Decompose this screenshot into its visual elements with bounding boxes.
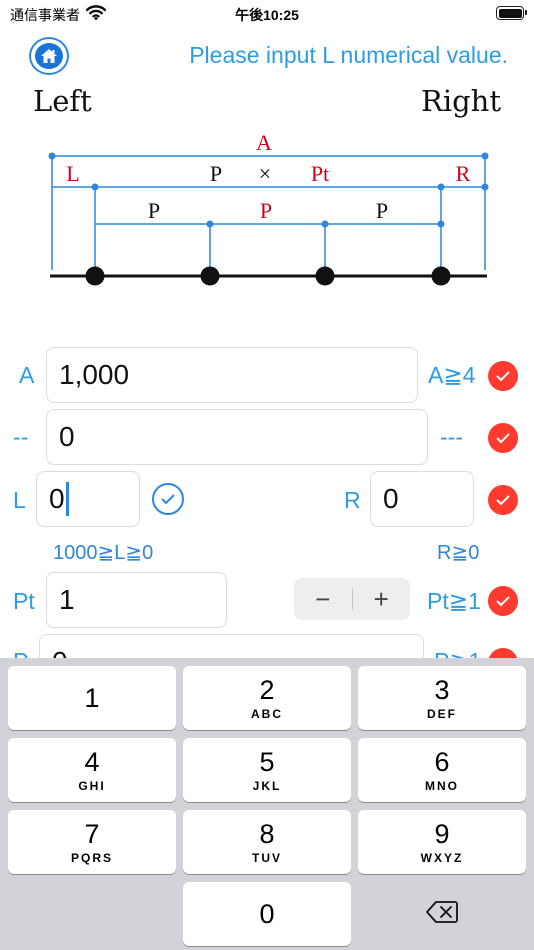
backspace-icon: [426, 900, 458, 929]
point-2: [200, 266, 220, 286]
key-5[interactable]: 5 JKL: [183, 738, 351, 802]
point-3: [315, 266, 335, 286]
diagram-segment-p3: P: [376, 198, 388, 223]
condition-dash: ---: [440, 424, 463, 450]
diagram-segment-p2: P: [260, 198, 272, 223]
key-8-letters: TUV: [252, 851, 282, 865]
key-8[interactable]: 8 TUV: [183, 810, 351, 874]
hint-l: 1000≧L≧0: [53, 542, 154, 564]
delete-key[interactable]: [358, 882, 526, 946]
key-0[interactable]: 0: [183, 882, 351, 946]
key-6-number: 6: [434, 747, 450, 777]
key-4[interactable]: 4 GHI: [8, 738, 176, 802]
condition-a: A≧4: [428, 362, 476, 388]
check-icon-dash: [488, 423, 518, 453]
status-bar: 通信事業者 午後10:25: [0, 0, 534, 30]
key-2-letters: ABC: [251, 707, 283, 721]
diagram-label-a: A: [256, 130, 272, 155]
key-4-letters: GHI: [78, 779, 106, 793]
key-3-number: 3: [434, 675, 450, 705]
label-pt: Pt: [13, 588, 35, 614]
diagram-formula-pt: Pt: [311, 161, 329, 186]
diagram-formula-times: ×: [259, 161, 271, 186]
status-time: 午後10:25: [235, 7, 299, 23]
diagram-label-l: L: [66, 161, 79, 186]
key-9-number: 9: [434, 819, 450, 849]
a-input[interactable]: 1,000: [46, 347, 418, 403]
key-1-number: 1: [84, 683, 100, 713]
home-button[interactable]: [29, 37, 69, 75]
key-8-number: 8: [259, 819, 275, 849]
pt-stepper: − +: [294, 578, 410, 620]
key-9[interactable]: 9 WXYZ: [358, 810, 526, 874]
point-1: [85, 266, 105, 286]
segment-diagram: A L R P × Pt P P P: [48, 130, 489, 286]
key-5-number: 5: [259, 747, 275, 777]
label-r: R: [344, 487, 361, 513]
check-icon-l: [152, 483, 184, 515]
text-cursor: [65, 482, 69, 516]
home-icon: [35, 43, 63, 69]
key-6-letters: MNO: [425, 779, 459, 793]
check-icon-a: [488, 361, 518, 391]
key-7[interactable]: 7 PQRS: [8, 810, 176, 874]
key-1[interactable]: 1: [8, 666, 176, 730]
point-4: [431, 266, 451, 286]
battery-icon: [496, 6, 527, 20]
l-input[interactable]: 0: [36, 471, 140, 527]
numeric-keyboard: 1 2 ABC 3 DEF 4 GHI 5 JKL 6 MNO 7 PQRS 8…: [0, 658, 534, 950]
stepper-minus-button[interactable]: −: [294, 578, 352, 620]
diagram-label-r: R: [456, 161, 471, 186]
check-icon-r: [488, 485, 518, 515]
key-4-number: 4: [84, 747, 100, 777]
label-l: L: [13, 487, 26, 513]
hint-r: R≧0: [437, 542, 480, 564]
key-0-number: 0: [259, 899, 275, 929]
check-icon-pt: [488, 586, 518, 616]
key-2-number: 2: [259, 675, 275, 705]
input-prompt: Please input L numerical value.: [189, 42, 508, 68]
pt-input[interactable]: 1: [46, 572, 227, 628]
condition-pt: Pt≧1: [427, 588, 481, 614]
key-7-letters: PQRS: [70, 851, 113, 865]
key-3[interactable]: 3 DEF: [358, 666, 526, 730]
r-input[interactable]: 0: [370, 471, 474, 527]
key-3-letters: DEF: [427, 707, 457, 721]
diagram-formula-p: P: [210, 161, 222, 186]
key-2[interactable]: 2 ABC: [183, 666, 351, 730]
diagram-segment-p1: P: [148, 198, 160, 223]
key-7-number: 7: [84, 819, 100, 849]
key-6[interactable]: 6 MNO: [358, 738, 526, 802]
l-input-value: 0: [49, 483, 65, 514]
key-5-letters: JKL: [252, 779, 282, 793]
label-dash: --: [13, 424, 29, 450]
label-a: A: [19, 362, 35, 388]
left-title: Left: [33, 84, 92, 118]
dash-input[interactable]: 0: [46, 409, 428, 465]
stepper-plus-button[interactable]: +: [353, 578, 411, 620]
key-9-letters: WXYZ: [420, 851, 464, 865]
right-title: Right: [420, 84, 501, 118]
